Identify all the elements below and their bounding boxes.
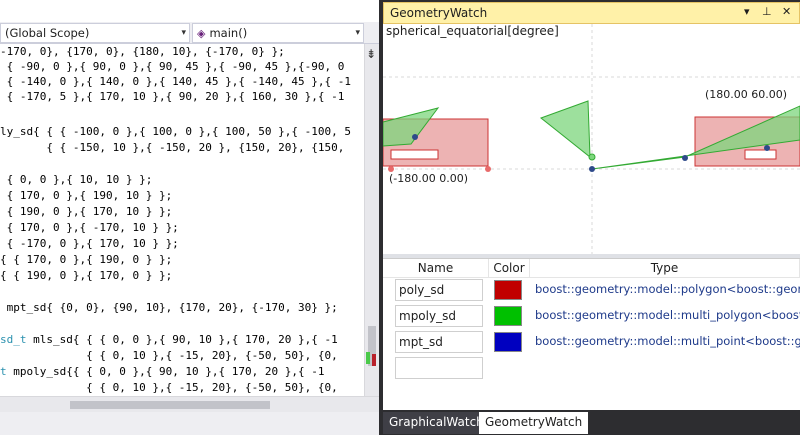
variable-list: Name Color Type poly_sd boost::geometry:… xyxy=(383,258,800,410)
code-line: { -90, 0 },{ 90, 0 },{ 90, 45 },{ -90, 4… xyxy=(0,60,345,73)
code-line-rest: mls_sd{ { { 0, 0 },{ 90, 10 },{ 170, 20 … xyxy=(26,333,338,346)
tool-window-tabs: GraphicalWatch GeometryWatch xyxy=(383,410,800,435)
breakpoint-marker xyxy=(372,354,376,366)
variable-color-swatch[interactable] xyxy=(494,280,522,300)
mpt-sd-point xyxy=(764,145,770,151)
code-line: { { 190, 0 },{ 170, 0 } }; xyxy=(0,269,173,282)
code-line: { 170, 0 },{ -170, 10 } }; xyxy=(0,221,179,234)
min-coordinate-label: (-180.00 0.00) xyxy=(389,172,468,185)
close-icon[interactable]: ✕ xyxy=(782,5,791,18)
code-line: { -170, 0 },{ 170, 10 } }; xyxy=(0,237,179,250)
mpoly-sd-top-shape xyxy=(539,100,591,159)
variable-name-field[interactable]: poly_sd xyxy=(395,279,483,301)
code-line: mpt_sd{ {0, 0}, {90, 10}, {170, 20}, {-1… xyxy=(0,301,338,314)
chevron-down-icon: ▾ xyxy=(355,28,360,38)
code-line: { { 0, 10 },{ -15, 20}, {-50, 50}, {0, xyxy=(0,381,338,394)
editor-status-strip xyxy=(0,412,379,435)
variable-list-clip: Name Color Type poly_sd boost::geometry:… xyxy=(383,259,800,411)
poly-sd-left-hole xyxy=(390,149,439,160)
scrollbar-thumb[interactable] xyxy=(70,401,270,409)
ide-window: (Global Scope) ▾ ◈ main() ▾ -170, 0}, {17… xyxy=(0,0,800,435)
function-dropdown-label: main() xyxy=(209,26,248,40)
geometry-plot[interactable]: (180.00 60.00) (-180.00 0.00) spherical_… xyxy=(383,24,800,254)
variable-color-swatch[interactable] xyxy=(494,332,522,352)
code-line: { -140, 0 },{ 140, 0 },{ 140, 45 },{ -14… xyxy=(0,75,351,88)
type-keyword: t xyxy=(0,365,7,378)
function-icon: ◈ xyxy=(197,27,206,40)
variable-name-field[interactable]: mpoly_sd xyxy=(395,305,483,327)
code-line: { { -150, 10 },{ -150, 20 }, {150, 20}, … xyxy=(0,141,345,154)
variable-row-empty xyxy=(383,357,800,383)
scope-dropdown[interactable]: (Global Scope) ▾ xyxy=(0,23,190,43)
editor-vertical-scrollbar[interactable]: ⇟ xyxy=(364,44,379,396)
variable-type-text: boost::geometry::model::polygon<boost::g… xyxy=(535,282,800,296)
geometry-canvas: (180.00 60.00) (-180.00 0.00) xyxy=(383,24,800,254)
dropdown-icon[interactable]: ▾ xyxy=(744,5,750,18)
vertex-marker xyxy=(485,166,491,172)
mpt-sd-point xyxy=(682,155,688,161)
code-line: { 170, 0 },{ 190, 10 } }; xyxy=(0,189,173,202)
column-header-color[interactable]: Color xyxy=(489,259,530,278)
coordinate-system-label: spherical_equatorial[degree] xyxy=(386,24,559,38)
variable-row: mpt_sd boost::geometry::model::multi_poi… xyxy=(383,331,800,357)
code-line: -170, 0}, {170, 0}, {180, 10}, {-170, 0}… xyxy=(0,45,285,58)
variable-row: mpoly_sd boost::geometry::model::multi_p… xyxy=(383,305,800,331)
scope-dropdown-label: (Global Scope) xyxy=(5,26,90,40)
new-variable-field[interactable] xyxy=(395,357,483,379)
variable-type-text: boost::geometry::model::multi_point<boos… xyxy=(535,334,800,348)
pin-icon[interactable]: ⊥ xyxy=(762,5,772,18)
vertex-marker xyxy=(588,153,596,161)
tool-window-title-bar[interactable]: GeometryWatch ▾ ⊥ ✕ xyxy=(383,2,800,24)
code-line: { -170, 5 },{ 170, 10 },{ 90, 20 },{ 160… xyxy=(0,90,345,103)
code-line-typed: t mpoly_sd{{ { 0, 0 },{ 90, 10 },{ 170, … xyxy=(0,364,325,379)
chevron-down-icon: ▾ xyxy=(181,28,186,38)
code-line: ly_sd{ { { -100, 0 },{ 100, 0 },{ 100, 5… xyxy=(0,125,351,138)
poly-sd-right-hole xyxy=(744,149,777,160)
editor-horizontal-scrollbar[interactable] xyxy=(0,396,379,412)
variable-type-text: boost::geometry::model::multi_polygon<bo… xyxy=(535,308,800,322)
tab-graphical-watch[interactable]: GraphicalWatch xyxy=(383,412,490,434)
column-header-type[interactable]: Type xyxy=(530,259,800,278)
max-coordinate-label: (180.00 60.00) xyxy=(705,88,787,101)
code-line-typed: sd_t mls_sd{ { { 0, 0 },{ 90, 10 },{ 170… xyxy=(0,332,338,347)
change-marker xyxy=(366,352,370,364)
mpt-sd-point xyxy=(589,166,595,172)
function-dropdown[interactable]: ◈ main() ▾ xyxy=(192,23,364,43)
type-keyword: sd_t xyxy=(0,333,27,346)
code-editor: (Global Scope) ▾ ◈ main() ▾ -170, 0}, {17… xyxy=(0,0,379,435)
variable-row: poly_sd boost::geometry::model::polygon<… xyxy=(383,279,800,305)
code-line: { 190, 0 },{ 170, 10 } }; xyxy=(0,205,173,218)
variable-name-field[interactable]: mpt_sd xyxy=(395,331,483,353)
code-line: { { 170, 0 },{ 190, 0 } }; xyxy=(0,253,173,266)
splitter-icon[interactable]: ⇟ xyxy=(366,47,376,61)
column-header-name[interactable]: Name xyxy=(383,259,489,278)
navigation-bar: (Global Scope) ▾ ◈ main() ▾ xyxy=(0,22,379,44)
variable-color-swatch[interactable] xyxy=(494,306,522,326)
mpt-sd-point xyxy=(412,134,418,140)
code-line: { 0, 0 },{ 10, 10 } }; xyxy=(0,173,153,186)
code-line-rest: mpoly_sd{{ { 0, 0 },{ 90, 10 },{ 170, 20… xyxy=(6,365,325,378)
window-title: GeometryWatch xyxy=(390,6,488,20)
geometry-watch-window: GeometryWatch ▾ ⊥ ✕ (180.00 60.00) (-180… xyxy=(383,0,800,435)
tab-geometry-watch[interactable]: GeometryWatch xyxy=(479,412,589,434)
code-line: { { 0, 10 },{ -15, 20}, {-50, 50}, {0, xyxy=(0,349,338,362)
code-text-area[interactable]: -170, 0}, {170, 0}, {180, 10}, {-170, 0}… xyxy=(0,44,364,396)
